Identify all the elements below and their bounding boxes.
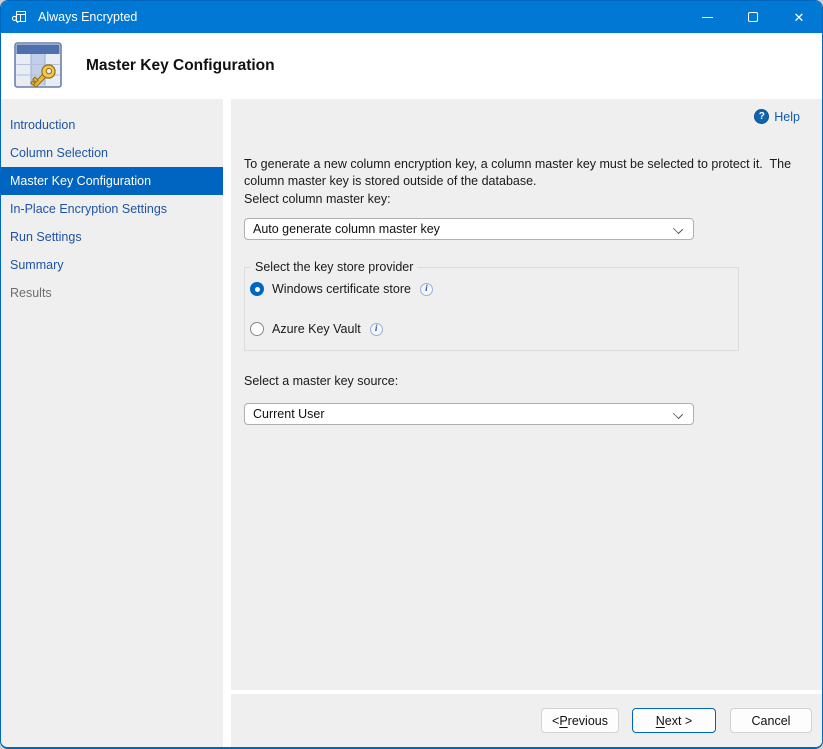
- master-key-source-value: Current User: [253, 407, 325, 421]
- sidebar-item-summary[interactable]: Summary: [1, 251, 223, 279]
- info-icon[interactable]: i: [420, 283, 433, 296]
- wizard-footer: < Previous Next > Cancel: [231, 694, 822, 747]
- radio-selected-icon[interactable]: [250, 282, 264, 296]
- window-title: Always Encrypted: [38, 10, 137, 24]
- key-store-provider-group: Select the key store provider Windows ce…: [244, 267, 739, 351]
- column-master-key-value: Auto generate column master key: [253, 222, 440, 236]
- help-link[interactable]: ? Help: [754, 109, 800, 124]
- chevron-down-icon: [673, 409, 683, 419]
- radio-windows-certificate-store[interactable]: Windows certificate store i: [250, 282, 433, 296]
- info-icon[interactable]: i: [370, 323, 383, 336]
- wizard-header: Master Key Configuration: [1, 33, 822, 99]
- master-key-source-select[interactable]: Current User: [244, 403, 694, 425]
- wizard-steps-sidebar: Introduction Column Selection Master Key…: [1, 99, 223, 747]
- table-with-key-icon: [12, 38, 64, 94]
- close-icon: ✕: [794, 11, 805, 24]
- sidebar-item-column-selection[interactable]: Column Selection: [1, 139, 223, 167]
- radio-azure-key-vault[interactable]: Azure Key Vault i: [250, 322, 383, 336]
- column-master-key-label: Select column master key:: [244, 192, 391, 206]
- previous-button[interactable]: < Previous: [541, 708, 619, 733]
- help-label: Help: [774, 110, 800, 124]
- app-table-key-icon: [11, 9, 28, 26]
- minimize-button[interactable]: [684, 1, 730, 33]
- master-key-source-label: Select a master key source:: [244, 374, 398, 388]
- sidebar-item-run-settings[interactable]: Run Settings: [1, 223, 223, 251]
- key-store-provider-legend: Select the key store provider: [251, 260, 417, 274]
- maximize-icon: [748, 12, 758, 22]
- radio-azure-key-vault-label: Azure Key Vault: [272, 322, 361, 336]
- sidebar-item-in-place-encryption-settings[interactable]: In-Place Encryption Settings: [1, 195, 223, 223]
- sidebar-item-introduction[interactable]: Introduction: [1, 111, 223, 139]
- help-icon: ?: [754, 109, 769, 124]
- radio-windows-certificate-store-label: Windows certificate store: [272, 282, 411, 296]
- page-title: Master Key Configuration: [86, 57, 275, 75]
- sidebar-item-master-key-configuration[interactable]: Master Key Configuration: [1, 167, 223, 195]
- intro-text: To generate a new column encryption key,…: [244, 156, 809, 190]
- always-encrypted-wizard-window: Always Encrypted ✕ Master Key Configurat…: [0, 0, 823, 749]
- radio-unselected-icon[interactable]: [250, 322, 264, 336]
- minimize-icon: [702, 17, 713, 18]
- maximize-button[interactable]: [730, 1, 776, 33]
- titlebar[interactable]: Always Encrypted ✕: [1, 1, 822, 33]
- sidebar-item-results: Results: [1, 279, 223, 307]
- cancel-button[interactable]: Cancel: [730, 708, 812, 733]
- master-key-configuration-pane: ? Help To generate a new column encrypti…: [231, 99, 822, 690]
- chevron-down-icon: [673, 224, 683, 234]
- close-button[interactable]: ✕: [776, 1, 822, 33]
- sidebar-content-divider: [223, 99, 231, 747]
- column-master-key-select[interactable]: Auto generate column master key: [244, 218, 694, 240]
- next-button[interactable]: Next >: [632, 708, 716, 733]
